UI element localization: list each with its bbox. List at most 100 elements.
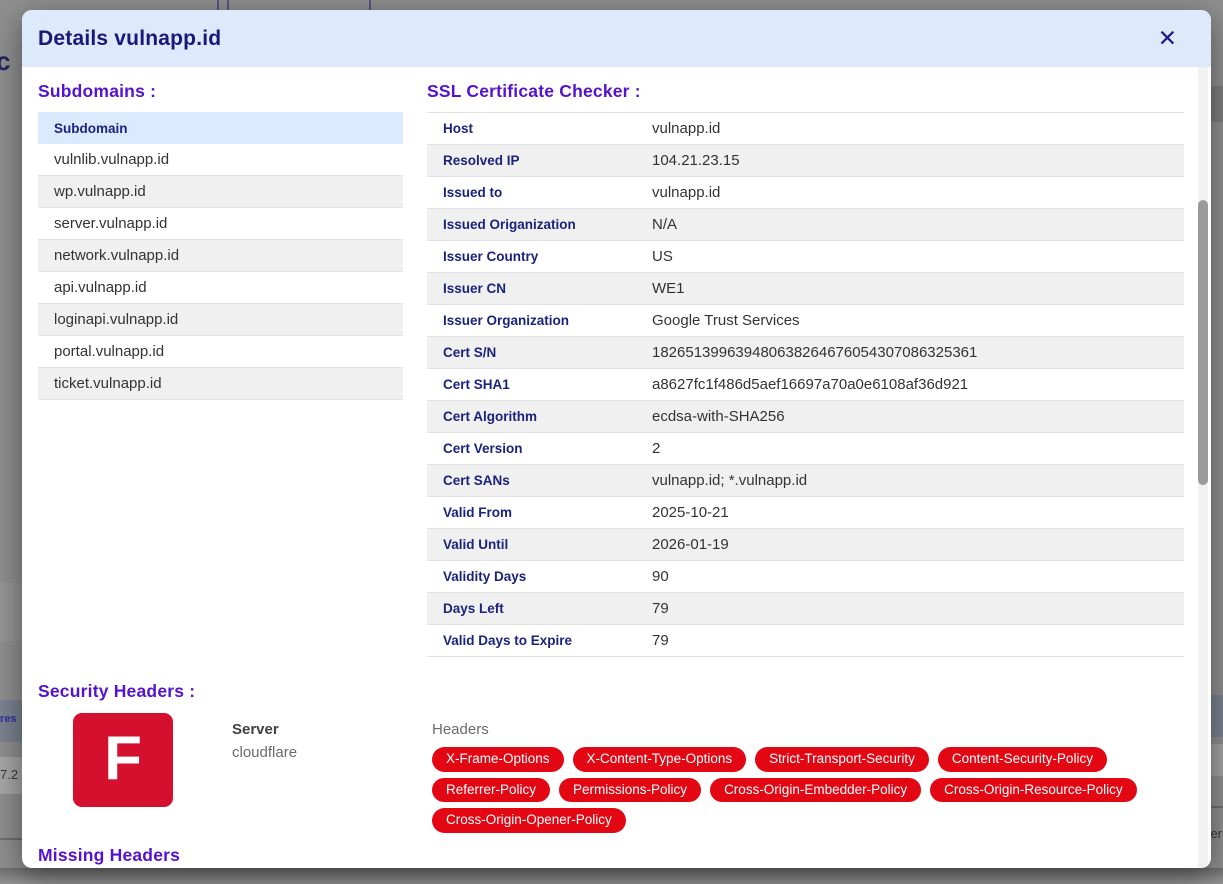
- ssl-row-label: Valid Days to Expire: [427, 633, 652, 648]
- ssl-row-value: a8627fc1f486d5aef16697a70a0e6108af36d921: [652, 376, 968, 393]
- ssl-row-value: Google Trust Services: [652, 312, 800, 329]
- ssl-row: Resolved IP104.21.23.15: [427, 145, 1184, 177]
- ssl-row-value: vulnapp.id; *.vulnapp.id: [652, 472, 807, 489]
- ssl-row-value: 2026-01-19: [652, 536, 729, 553]
- ssl-row: Issued OriganizationN/A: [427, 209, 1184, 241]
- ssl-row: Cert S/N18265139963948063826467605430708…: [427, 337, 1184, 369]
- subdomain-row: api.vulnapp.id: [38, 272, 403, 304]
- ssl-row-label: Cert SANs: [427, 473, 652, 488]
- ssl-row-value: vulnapp.id: [652, 120, 720, 137]
- ssl-row: Cert SANsvulnapp.id; *.vulnapp.id: [427, 465, 1184, 497]
- subdomain-row: wp.vulnapp.id: [38, 176, 403, 208]
- subdomain-row: vulnlib.vulnapp.id: [38, 144, 403, 176]
- ssl-row: Hostvulnapp.id: [427, 113, 1184, 145]
- subdomain-table-body: vulnlib.vulnapp.idwp.vulnapp.idserver.vu…: [38, 144, 403, 400]
- background-divider-line: [217, 0, 219, 10]
- ssl-row-label: Cert SHA1: [427, 377, 652, 392]
- ssl-row: Cert Algorithmecdsa-with-SHA256: [427, 401, 1184, 433]
- ssl-row-label: Valid From: [427, 505, 652, 520]
- ssl-row: Issuer CountryUS: [427, 241, 1184, 273]
- ssl-row: Issuer CNWE1: [427, 273, 1184, 305]
- subdomain-row: server.vulnapp.id: [38, 208, 403, 240]
- header-pill: Cross-Origin-Embedder-Policy: [710, 778, 921, 803]
- missing-headers-heading: Missing Headers: [38, 845, 1184, 866]
- security-grade-badge: F: [73, 713, 173, 807]
- background-divider-line: [0, 838, 22, 840]
- ssl-row-value: ecdsa-with-SHA256: [652, 408, 785, 425]
- background-text-fragment: c: [0, 46, 10, 77]
- ssl-row-label: Issuer Country: [427, 249, 652, 264]
- ssl-row-label: Resolved IP: [427, 153, 652, 168]
- subdomain-row: loginapi.vulnapp.id: [38, 304, 403, 336]
- subdomains-table: Subdomain vulnlib.vulnapp.idwp.vulnapp.i…: [38, 112, 403, 400]
- ssl-row-value: vulnapp.id: [652, 184, 720, 201]
- background-text-fragment: er: [1210, 826, 1222, 841]
- ssl-row-label: Issuer CN: [427, 281, 652, 296]
- ssl-row-label: Issuer Organization: [427, 313, 652, 328]
- details-modal: Details vulnapp.id ✕ Subdomains : Subdom…: [22, 10, 1211, 868]
- header-pill: Cross-Origin-Opener-Policy: [432, 808, 626, 833]
- ssl-row-value: 79: [652, 600, 669, 617]
- headers-label: Headers: [432, 721, 1184, 738]
- ssl-row-label: Validity Days: [427, 569, 652, 584]
- modal-scrollbar-track[interactable]: [1198, 67, 1208, 868]
- ssl-row-label: Issued Origanization: [427, 217, 652, 232]
- security-headers-heading: Security Headers :: [38, 681, 1184, 702]
- ssl-section: SSL Certificate Checker : Hostvulnapp.id…: [427, 69, 1184, 657]
- ssl-row-value: 182651399639480638264676054307086325361: [652, 344, 977, 361]
- background-divider-line: [369, 0, 371, 10]
- server-block: Server cloudflare: [232, 713, 432, 761]
- background-band: [0, 583, 22, 641]
- modal-body: Subdomains : Subdomain vulnlib.vulnapp.i…: [22, 67, 1211, 866]
- background-band: [1209, 86, 1223, 122]
- ssl-row: Valid Days to Expire79: [427, 625, 1184, 657]
- ssl-table: Hostvulnapp.idResolved IP104.21.23.15Iss…: [427, 112, 1184, 657]
- background-text-fragment: 7.2: [0, 767, 18, 782]
- subdomain-row: ticket.vulnapp.id: [38, 368, 403, 400]
- ssl-row: Cert Version2: [427, 433, 1184, 465]
- subdomains-section: Subdomains : Subdomain vulnlib.vulnapp.i…: [38, 69, 403, 657]
- header-pill: Permissions-Policy: [559, 778, 701, 803]
- ssl-row: Validity Days90: [427, 561, 1184, 593]
- ssl-row: Cert SHA1a8627fc1f486d5aef16697a70a0e610…: [427, 369, 1184, 401]
- header-pill: Cross-Origin-Resource-Policy: [930, 778, 1137, 803]
- ssl-row-value: 104.21.23.15: [652, 152, 740, 169]
- ssl-row-label: Cert S/N: [427, 345, 652, 360]
- modal-scrollbar-thumb[interactable]: [1198, 200, 1208, 485]
- header-pill: X-Frame-Options: [432, 747, 564, 772]
- background-text-fragment: res: [0, 713, 17, 725]
- security-headers-section: Security Headers : F Server cloudflare H…: [38, 681, 1184, 833]
- modal-title: Details vulnapp.id: [38, 27, 221, 51]
- ssl-row-value: 79: [652, 632, 669, 649]
- ssl-row: Issued tovulnapp.id: [427, 177, 1184, 209]
- ssl-row-label: Valid Until: [427, 537, 652, 552]
- ssl-row-value: US: [652, 248, 673, 265]
- header-pill: Strict-Transport-Security: [755, 747, 929, 772]
- header-pill: X-Content-Type-Options: [573, 747, 747, 772]
- headers-block: Headers X-Frame-Options X-Content-Type-Op…: [432, 713, 1184, 833]
- ssl-row-label: Days Left: [427, 601, 652, 616]
- ssl-row: Days Left79: [427, 593, 1184, 625]
- ssl-row: Valid Until2026-01-19: [427, 529, 1184, 561]
- subdomains-heading: Subdomains :: [38, 81, 403, 102]
- ssl-heading: SSL Certificate Checker :: [427, 81, 1184, 102]
- ssl-row: Valid From2025-10-21: [427, 497, 1184, 529]
- headers-pill-list: X-Frame-Options X-Content-Type-Options Str…: [432, 747, 1184, 833]
- header-pill: Content-Security-Policy: [938, 747, 1107, 772]
- ssl-row-label: Host: [427, 121, 652, 136]
- ssl-row: Issuer OrganizationGoogle Trust Services: [427, 305, 1184, 337]
- ssl-row-value: N/A: [652, 216, 677, 233]
- server-value: cloudflare: [232, 744, 432, 761]
- header-pill: Referrer-Policy: [432, 778, 550, 803]
- modal-header: Details vulnapp.id ✕: [22, 10, 1211, 67]
- background-divider-line: [227, 0, 229, 10]
- background-band: [0, 868, 1223, 884]
- close-icon[interactable]: ✕: [1158, 27, 1177, 50]
- ssl-row-value: 2: [652, 440, 660, 457]
- ssl-row-label: Issued to: [427, 185, 652, 200]
- server-label: Server: [232, 721, 432, 738]
- subdomain-column-header: Subdomain: [38, 112, 403, 144]
- subdomain-row: portal.vulnapp.id: [38, 336, 403, 368]
- ssl-row-value: WE1: [652, 280, 685, 297]
- ssl-row-label: Cert Algorithm: [427, 409, 652, 424]
